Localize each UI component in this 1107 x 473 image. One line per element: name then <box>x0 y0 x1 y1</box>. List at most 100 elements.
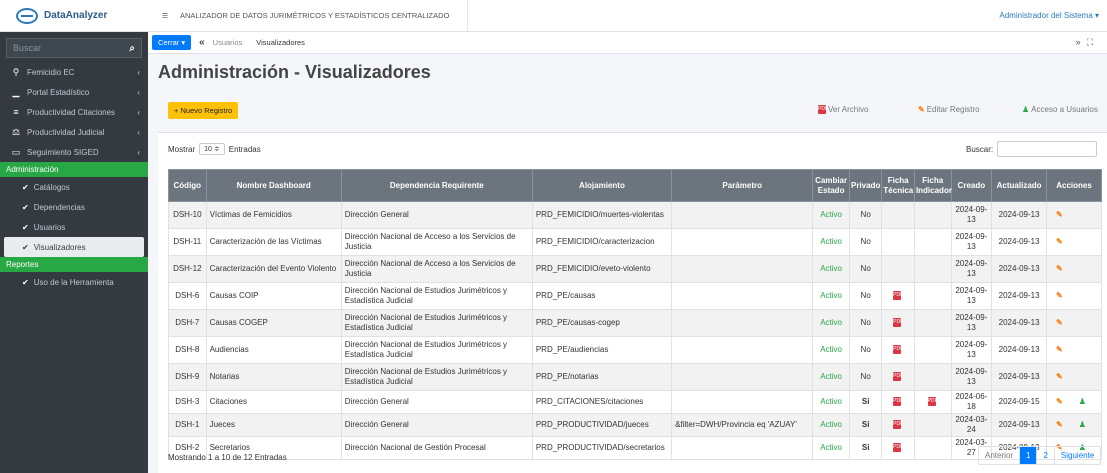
edit-icon[interactable]: ✎ <box>1056 210 1063 219</box>
double-chevron-right-icon[interactable]: » <box>1076 37 1087 47</box>
pdf-icon[interactable]: PDF <box>893 291 903 301</box>
column-header[interactable]: Privado <box>848 169 883 202</box>
sidebar-item-judicial[interactable]: ⚖ Productividad Judicial ‹ <box>0 122 148 142</box>
cell-estado[interactable]: Activo <box>812 363 850 391</box>
cell-parametro <box>671 363 814 391</box>
table-search-input[interactable] <box>997 141 1098 157</box>
cell-estado[interactable]: Activo <box>812 228 850 256</box>
cell-ficha-indicador <box>913 309 952 337</box>
cell-acciones: ✎ <box>1046 255 1102 283</box>
sidebar-search-input[interactable]: Buscar ⌕ <box>6 38 142 58</box>
edit-icon[interactable]: ✎ <box>1056 237 1063 246</box>
sidebar-item-label: Catálogos <box>33 182 70 192</box>
cell-estado[interactable]: Activo <box>812 282 850 310</box>
cell-code: DSH-7 <box>168 309 207 337</box>
sidebar-item-portal[interactable]: ▁ Portal Estadístico ‹ <box>0 82 148 102</box>
cell-dependencia: Dirección Nacional de Estudios Jurimétri… <box>340 282 533 310</box>
cell-estado[interactable]: Activo <box>812 390 850 414</box>
sidebar-item-dependencias[interactable]: ✔ Dependencias <box>0 197 148 217</box>
cell-estado[interactable]: Activo <box>812 336 850 364</box>
check-icon: ✔ <box>22 182 29 192</box>
column-header[interactable]: Acciones <box>1046 169 1102 202</box>
edit-icon[interactable]: ✎ <box>1056 345 1063 354</box>
pdf-icon[interactable]: PDF <box>893 372 903 382</box>
column-header[interactable]: Dependencia Requirente <box>340 169 533 202</box>
cell-ficha-tecnica <box>881 228 915 256</box>
edit-icon[interactable]: ✎ <box>1056 318 1063 327</box>
edit-icon[interactable]: ✎ <box>1056 420 1063 429</box>
tab-usuarios[interactable]: Usuarios <box>213 38 243 47</box>
pdf-icon[interactable]: PDF <box>893 420 903 430</box>
pdf-icon[interactable]: PDF <box>893 318 903 328</box>
cell-estado[interactable]: Activo <box>812 436 850 460</box>
pdf-icon[interactable]: PDF <box>927 397 938 407</box>
edit-icon[interactable]: ✎ <box>1056 291 1063 300</box>
cell-ficha-tecnica: PDF <box>881 390 915 414</box>
double-chevron-left-icon[interactable]: « <box>199 37 205 48</box>
brand[interactable]: DataAnalyzer <box>0 0 148 32</box>
user-menu[interactable]: Administrador del Sistema ▾ <box>999 11 1099 20</box>
tab-visualizadores[interactable]: Visualizadores <box>256 38 305 47</box>
sidebar-item-label: Productividad Citaciones <box>27 107 116 117</box>
pdf-icon[interactable]: PDF <box>893 397 903 407</box>
sidebar-item-usuarios[interactable]: ✔ Usuarios <box>0 217 148 237</box>
pagination-page-2[interactable]: 2 <box>1037 447 1055 464</box>
column-header[interactable]: Actualizado <box>991 169 1048 202</box>
hamburger-icon[interactable]: ≡ <box>154 10 176 22</box>
edit-icon[interactable]: ✎ <box>1056 397 1063 406</box>
cell-creado: 2024-06-18 <box>950 390 993 414</box>
user-access-button[interactable]: ♟ Acceso a Usuarios <box>1022 105 1098 114</box>
sidebar-item-visualizadores[interactable]: ✔ Visualizadores <box>4 237 144 257</box>
cell-actualizado: 2024-09-13 <box>991 282 1048 310</box>
new-record-button[interactable]: + Nuevo Registro <box>168 102 239 119</box>
search-icon[interactable]: ⌕ <box>129 43 135 54</box>
sidebar-item-uso[interactable]: ✔ Uso de la Herramienta <box>0 272 148 292</box>
table-row: DSH-2 Secretarios Dirección Nacional de Ge… <box>168 436 1102 460</box>
table-row: DSH-8 Audiencias Dirección Nacional de Est… <box>168 336 1102 364</box>
tab-scroll-controls[interactable]: »⛶ <box>1076 37 1099 48</box>
edit-icon[interactable]: ✎ <box>1056 264 1063 273</box>
column-header[interactable]: Ficha Indicador <box>913 169 952 202</box>
column-header[interactable]: Creado <box>950 169 993 202</box>
cell-estado[interactable]: Activo <box>812 255 850 283</box>
cell-creado: 2024-09-13 <box>950 336 993 364</box>
sidebar-item-siged[interactable]: ▭ Seguimiento SIGED ‹ <box>0 142 148 162</box>
cell-ficha-tecnica <box>881 255 915 283</box>
page-length-select[interactable]: 10 ≑ <box>199 143 225 155</box>
view-file-button[interactable]: PDFVer Archivo <box>818 105 868 115</box>
cell-estado[interactable]: Activo <box>812 413 850 437</box>
users-icon[interactable]: ♟ <box>1079 420 1086 429</box>
close-tabs-button[interactable]: Cerrar ▾ <box>152 35 192 50</box>
cell-estado[interactable]: Activo <box>812 309 850 337</box>
pagination-prev[interactable]: Anterior <box>979 447 1021 464</box>
cell-dependencia: Dirección Nacional de Acceso a los Servi… <box>340 228 533 256</box>
column-header[interactable]: Parámetro <box>671 169 814 202</box>
fullscreen-icon[interactable]: ⛶ <box>1087 37 1099 47</box>
column-header[interactable]: Código <box>168 169 207 202</box>
cell-alojamiento: PRD_FEMICIDIO/muertes-violentas <box>531 201 673 229</box>
cell-parametro <box>671 228 814 256</box>
app-title: ANALIZADOR DE DATOS JURIMÉTRICOS Y ESTAD… <box>180 0 469 32</box>
pagination-page-1[interactable]: 1 <box>1020 447 1038 464</box>
pagination-next[interactable]: Siguiente <box>1055 447 1100 464</box>
column-header[interactable]: Nombre Dashboard <box>205 169 342 202</box>
chart-icon: ▁ <box>12 86 20 97</box>
users-icon[interactable]: ♟ <box>1079 397 1086 406</box>
cell-estado[interactable]: Activo <box>812 201 850 229</box>
sidebar-item-femicidio[interactable]: ⚲ Femicidio EC ‹ <box>0 62 148 82</box>
sidebar-item-citaciones[interactable]: ≡ Productividad Citaciones ‹ <box>0 102 148 122</box>
pdf-icon[interactable]: PDF <box>893 443 903 453</box>
cell-ficha-tecnica: PDF <box>881 336 915 364</box>
cell-parametro <box>671 255 814 283</box>
sidebar-item-label: Usuarios <box>33 222 66 232</box>
edit-record-button[interactable]: ✎ Editar Registro <box>918 105 980 114</box>
column-header[interactable]: Ficha Técnica <box>881 169 915 202</box>
column-header[interactable]: Alojamiento <box>531 169 673 202</box>
database-icon: ≡ <box>13 107 19 117</box>
edit-icon[interactable]: ✎ <box>1056 372 1063 381</box>
cell-privado: No <box>848 282 883 310</box>
cell-code: DSH-6 <box>168 282 207 310</box>
sidebar-item-catalogos[interactable]: ✔ Catálogos <box>0 177 148 197</box>
pdf-icon[interactable]: PDF <box>893 345 903 355</box>
column-header[interactable]: Cambiar Estado <box>812 169 850 202</box>
